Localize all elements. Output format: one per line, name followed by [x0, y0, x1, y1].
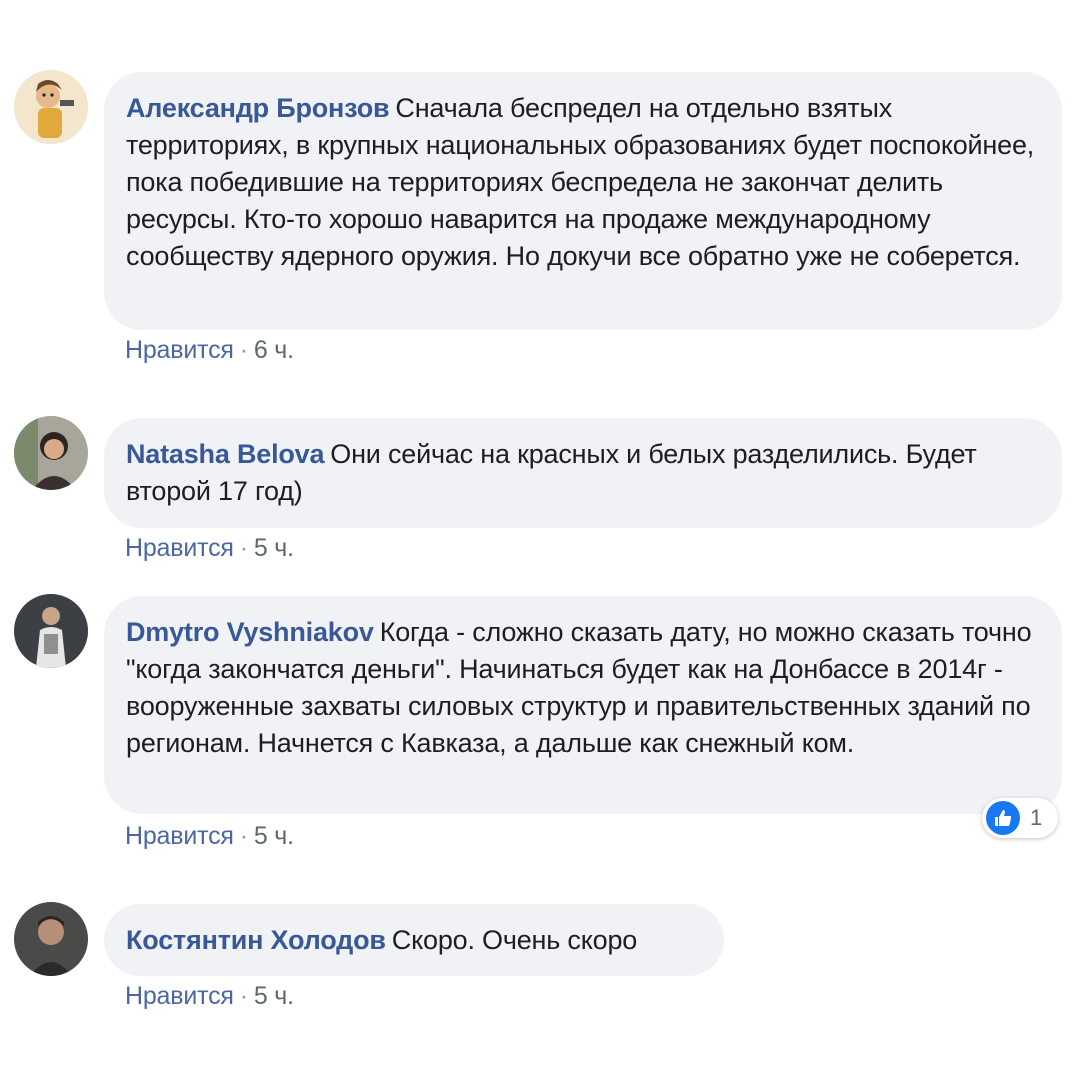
avatar-photo-image	[14, 416, 88, 490]
author-name[interactable]: Dmytro Vyshniakov	[126, 617, 374, 647]
comment-meta: Нравится · 5 ч.	[125, 982, 294, 1011]
timestamp[interactable]: 5 ч.	[254, 822, 294, 850]
like-link[interactable]: Нравится	[125, 822, 234, 850]
comment-text: Скоро. Очень скоро	[391, 925, 638, 955]
timestamp[interactable]: 6 ч.	[254, 336, 294, 364]
avatar[interactable]	[14, 416, 88, 490]
separator: ·	[239, 534, 248, 562]
avatar-cartoon-image	[14, 70, 88, 144]
like-link[interactable]: Нравится	[125, 534, 234, 562]
separator: ·	[239, 336, 248, 364]
author-name[interactable]: Костянтин Холодов	[126, 925, 386, 955]
comment-meta: Нравится · 6 ч.	[125, 336, 294, 365]
timestamp[interactable]: 5 ч.	[254, 534, 294, 562]
avatar-photo-image	[14, 902, 88, 976]
avatar[interactable]	[14, 594, 88, 668]
comment-bubble: Dmytro Vyshniakov Когда - сложно сказать …	[104, 596, 1062, 814]
like-link[interactable]: Нравится	[125, 336, 234, 364]
avatar[interactable]	[14, 902, 88, 976]
comment-meta: Нравится · 5 ч.	[125, 534, 294, 563]
like-link[interactable]: Нравится	[125, 982, 234, 1010]
reaction-count: 1	[1030, 805, 1043, 830]
separator: ·	[239, 822, 248, 850]
timestamp[interactable]: 5 ч.	[254, 982, 294, 1010]
avatar[interactable]	[14, 70, 88, 144]
author-name[interactable]: Natasha Belova	[126, 439, 324, 469]
author-name[interactable]: Александр Бронзов	[126, 93, 390, 123]
like-thumb-icon	[986, 801, 1020, 835]
comment-meta: Нравится · 5 ч.	[125, 822, 294, 851]
avatar-photo-image	[14, 594, 88, 668]
separator: ·	[239, 982, 248, 1010]
comment-bubble: Костянтин Холодов Скоро. Очень скоро	[104, 904, 724, 976]
comment-bubble: Natasha Belova Они сейчас на красных и бе…	[104, 418, 1062, 528]
reaction-badge[interactable]: 1	[982, 798, 1058, 838]
comment-bubble: Александр Бронзов Сначала беспредел на от…	[104, 72, 1062, 330]
